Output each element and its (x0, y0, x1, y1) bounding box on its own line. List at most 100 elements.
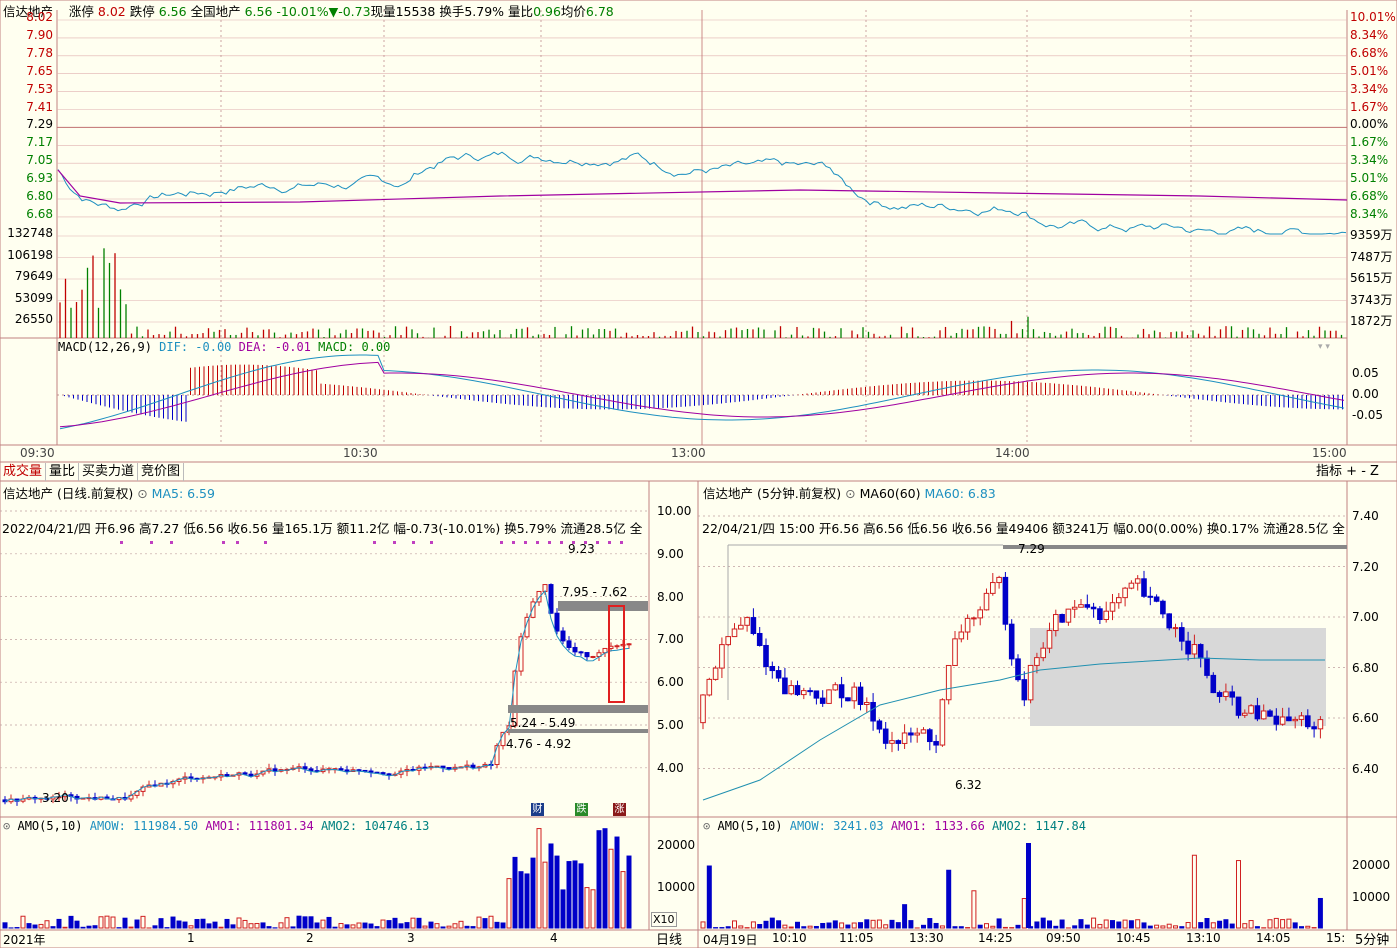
min5-amo-header: ⊙ AMO(5,10) AMOW: 3241.03 AMO1: 1133.66 … (703, 819, 1086, 833)
min5-amo-bar (984, 923, 989, 929)
y-right-label-15: 3743万 (1350, 292, 1393, 307)
min5-period[interactable]: 5分钟 (1355, 929, 1389, 948)
min5-candle (1279, 716, 1286, 725)
min5-ma-label: MA60(60) (859, 486, 921, 501)
marker-dot (236, 541, 239, 544)
min5-settings-icon[interactable]: ⊙ (845, 486, 855, 501)
daily-amo-bar (362, 922, 368, 929)
daily-amo-bar (320, 919, 326, 929)
daily-candle (614, 645, 620, 648)
y-right-label-11: 8.34% (1350, 206, 1389, 221)
zoom-out-button[interactable]: - (1361, 464, 1366, 479)
y-right-label-16: 1872万 (1350, 314, 1393, 328)
min5-candle (1235, 696, 1242, 716)
min5-amo-y-label-1: 10000 (1352, 890, 1391, 904)
min5-candle (945, 664, 952, 701)
daily-amo-y-label-0: 20000 (657, 838, 696, 852)
marker-dot (536, 541, 539, 544)
daily-amo-bar (152, 925, 158, 929)
daily-candle (440, 765, 446, 769)
daily-y-label-3: 7.00 (657, 632, 684, 647)
daily-candle (368, 770, 374, 773)
min5-amo-bar (1059, 919, 1065, 929)
min5-amo-bar (858, 922, 863, 929)
daily-amo-bar (374, 926, 380, 929)
macd-collapse-icon[interactable]: ▾ ▾ (1318, 342, 1330, 352)
daily-annotation-1: 7.95 - 7.62 (562, 585, 628, 599)
price-value: 6.56 (244, 4, 273, 19)
daily-candle (560, 630, 566, 642)
min5-candle (744, 617, 750, 626)
min5-candle (819, 697, 826, 704)
min5-candle (1122, 587, 1128, 599)
fall-badge[interactable]: 跌 (575, 803, 588, 816)
indicator-button[interactable]: 指标 (1316, 464, 1342, 479)
finance-badge[interactable]: 财 (531, 803, 544, 816)
daily-annotation-4: 3.20 (42, 791, 69, 805)
daily-amo-bar (422, 925, 428, 929)
min5-candle (1008, 623, 1015, 660)
min5-amo-bar (971, 890, 977, 929)
min5-candle (864, 701, 870, 706)
daily-amo-bar (290, 926, 296, 929)
tab-volume-ratio[interactable]: 量比 (46, 463, 80, 481)
y-right-label-7: 1.67% (1350, 135, 1389, 150)
daily-y-label-5: 5.00 (657, 718, 684, 732)
min5-candle (838, 684, 845, 699)
y-right-label-4: 3.34% (1350, 81, 1389, 96)
daily-amo-bar (566, 861, 572, 929)
min5-candle (1040, 647, 1047, 659)
daily-amo-bar (266, 926, 272, 929)
settings-icon[interactable]: ⊙ (137, 486, 147, 501)
daily-amo-bar (134, 919, 140, 929)
z-button[interactable]: Z (1370, 464, 1379, 479)
min5-amo-bar (1185, 922, 1191, 929)
min5-amo-bar (1204, 918, 1210, 929)
tab-auction[interactable]: 竞价图 (138, 463, 185, 481)
min5-candle (1273, 715, 1280, 725)
marker-dot (222, 541, 225, 544)
daily-amo-bar (614, 836, 620, 929)
rise-badge[interactable]: 涨 (613, 803, 626, 816)
daily-candle (578, 651, 584, 654)
daily-amo-bar (380, 919, 386, 929)
amo-settings-icon[interactable]: ⊙ (3, 819, 10, 833)
min5-x-label-4: 14:25 (978, 931, 1013, 945)
y-right-label-12: 9359万 (1350, 228, 1393, 242)
daily-amo-bar (104, 915, 110, 929)
min5-candle (901, 732, 908, 744)
ratio-value: 0.96 (533, 4, 561, 19)
min5-candle (1166, 613, 1173, 629)
min5-amo-bar (921, 924, 926, 929)
min5-candle (832, 684, 839, 691)
y-right-label-10: 6.68% (1350, 189, 1389, 203)
macd-y-label-1: 0.00 (1352, 387, 1379, 401)
min5-x-label-0: 04月19日 (703, 933, 758, 947)
min5-candle (807, 690, 813, 693)
y-right-label-13: 7487万 (1350, 249, 1393, 264)
min5-amo-bar (1040, 917, 1046, 929)
daily-amo-bar (434, 923, 440, 929)
min5-y-label-5: 6.40 (1352, 761, 1379, 776)
min5-amo-bar (795, 921, 800, 929)
daily-amo-bar (590, 889, 596, 929)
min5-amo-bar (870, 919, 876, 929)
avg-label: 均价 (560, 4, 586, 19)
daily-amo-bar (278, 922, 284, 929)
daily-amo-bar (110, 916, 116, 929)
daily-period[interactable]: 日线 (656, 929, 682, 948)
x10-label: X10 (651, 912, 677, 927)
zoom-in-button[interactable]: + (1346, 464, 1357, 479)
min5-amo-y-label-0: 20000 (1352, 858, 1391, 872)
pct-change: -10.01% (276, 4, 329, 19)
daily-amo1: AMO1: 111801.34 (205, 819, 314, 833)
min5-amo-settings-icon[interactable]: ⊙ (703, 819, 710, 833)
ratio-label: 量比 (508, 4, 534, 19)
daily-y-label-1: 9.00 (657, 546, 684, 561)
min5-candle (996, 576, 1002, 584)
marker-dot (500, 541, 503, 544)
daily-amo-bar (554, 855, 560, 929)
daily-x-label-2: 2 (306, 931, 314, 945)
tab-volume[interactable]: 成交量 (0, 463, 47, 481)
tab-buy-sell-force[interactable]: 买卖力道 (79, 463, 139, 481)
